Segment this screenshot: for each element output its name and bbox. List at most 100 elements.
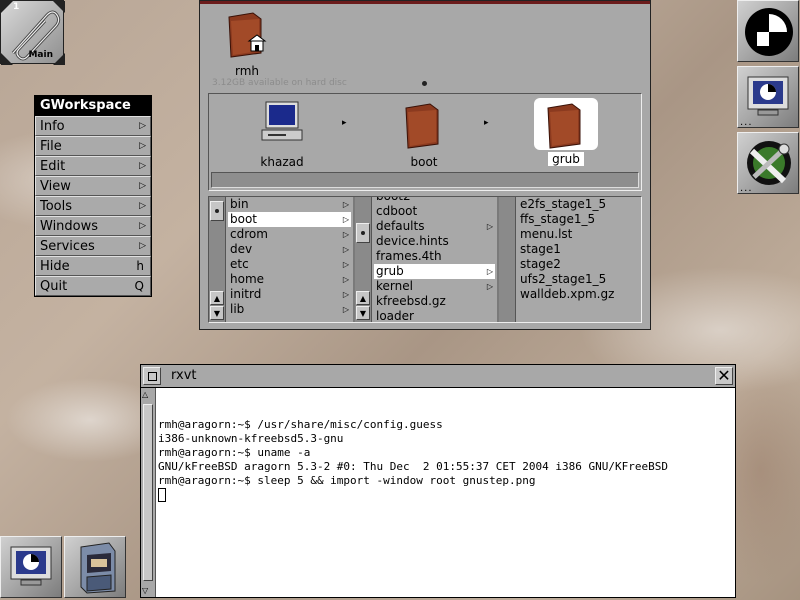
dock-filer-tile[interactable]	[64, 536, 126, 598]
home-folder-label: rmh	[234, 64, 260, 78]
column-list: boot2cdbootdefaults ▷ device.hintsframes.4…	[374, 197, 495, 322]
entry-label: etc	[230, 257, 249, 271]
scroll-up-button[interactable]: ▲	[356, 291, 370, 305]
browser-entry[interactable]: lib ▷	[228, 302, 351, 317]
browser-entry[interactable]: dev ▷	[228, 242, 351, 257]
browser-entry[interactable]: kernel ▷	[374, 279, 495, 294]
dock-monitor-tile[interactable]	[0, 536, 62, 598]
dock-workspace-tile[interactable]: ...	[737, 66, 799, 128]
directory-arrow-icon: ▷	[486, 222, 493, 231]
folder-icon	[547, 103, 581, 149]
browser-entry[interactable]: defaults ▷	[374, 219, 495, 234]
close-button[interactable]: ✕	[715, 367, 733, 385]
browser-entry[interactable]: ufs2_stage1_5	[518, 272, 639, 287]
entry-label: boot	[230, 212, 258, 226]
menu-item-quit[interactable]: Quit Q	[35, 276, 151, 296]
browser-entry[interactable]: menu.lst	[518, 227, 639, 242]
entry-label: e2fs_stage1_5	[520, 197, 607, 211]
path-item-boot[interactable]: boot	[379, 98, 469, 169]
entry-label: ffs_stage1_5	[520, 212, 596, 226]
directory-arrow-icon: ▷	[486, 282, 493, 291]
terminal-output[interactable]: rmh@aragorn:~$ /usr/share/misc/config.gu…	[158, 390, 731, 597]
directory-arrow-icon: ▷	[342, 245, 349, 254]
browser-entry[interactable]: loader	[374, 309, 495, 322]
browser-entry[interactable]: stage2	[518, 257, 639, 272]
path-item-label: khazad	[260, 155, 304, 169]
workspace-number: 1	[13, 2, 20, 12]
browser-entry[interactable]: walldeb.xpm.gz	[518, 287, 639, 302]
scroll-up-button[interactable]: ▲	[210, 291, 224, 305]
browser-entry[interactable]: etc ▷	[228, 257, 351, 272]
terminal-line: rmh@aragorn:~$ sleep 5 && import -window…	[158, 474, 536, 487]
submenu-arrow-icon: ▷	[139, 121, 146, 131]
menu-title[interactable]: GWorkspace	[35, 96, 151, 116]
browser-entry[interactable]: home ▷	[228, 272, 351, 287]
browser-entry[interactable]: cdboot	[374, 204, 495, 219]
entry-label: bin	[230, 197, 249, 211]
path-arrow-icon: ▸	[342, 118, 347, 128]
browser-entry[interactable]: cdrom ▷	[228, 227, 351, 242]
entry-label: frames.4th	[376, 249, 442, 263]
browser-entry[interactable]: frames.4th	[374, 249, 495, 264]
entry-label: menu.lst	[520, 227, 573, 241]
column-list: e2fs_stage1_5 ffs_stage1_5 menu.lst stage1 s…	[518, 197, 639, 302]
menu-item-label: View	[40, 179, 71, 194]
menu-item-view[interactable]: View ▷	[35, 176, 151, 196]
browser-entry[interactable]: grub ▷	[374, 264, 495, 279]
menu-item-hide[interactable]: Hide h	[35, 256, 151, 276]
browser-entry[interactable]: boot2	[374, 197, 495, 204]
submenu-arrow-icon: ▷	[139, 181, 146, 191]
column-scrollbar[interactable]: ▲ ▼	[209, 197, 226, 322]
menu-item-tools[interactable]: Tools ▷	[35, 196, 151, 216]
browser-entry[interactable]: initrd ▷	[228, 287, 351, 302]
path-item-khazad[interactable]: khazad	[237, 98, 327, 169]
browser-entry[interactable]: device.hints	[374, 234, 495, 249]
home-folder-icon-item[interactable]: rmh	[202, 7, 292, 78]
entry-label: loader	[376, 309, 414, 322]
workspace-label: Main	[28, 50, 53, 60]
column-scrollbar[interactable]	[499, 197, 516, 322]
dock-preferences-tile[interactable]: ...	[737, 132, 799, 194]
tile-dots: ...	[740, 183, 753, 194]
path-item-grub[interactable]: grub	[521, 98, 611, 166]
scroll-thumb[interactable]	[143, 404, 153, 581]
scroll-up-icon[interactable]: △	[142, 390, 148, 399]
scroll-down-icon[interactable]: ▽	[142, 586, 148, 595]
submenu-arrow-icon: ▷	[139, 161, 146, 171]
dock-gnustep-tile[interactable]	[737, 0, 799, 62]
terminal-scrollbar[interactable]: △ ▽	[141, 388, 156, 597]
browser-entry[interactable]: e2fs_stage1_5	[518, 197, 639, 212]
menu-item-edit[interactable]: Edit ▷	[35, 156, 151, 176]
computer-icon	[261, 101, 303, 141]
terminal-line: i386-unknown-kfreebsd5.3-gnu	[158, 432, 344, 445]
menu-item-file[interactable]: File ▷	[35, 136, 151, 156]
column-scrollbar[interactable]: ▲ ▼	[355, 197, 372, 322]
scroll-knob[interactable]	[210, 201, 224, 221]
browser-entry[interactable]: kfreebsd.gz	[374, 294, 495, 309]
scroll-down-button[interactable]: ▼	[210, 306, 224, 320]
shelf-scrollbar[interactable]	[211, 172, 639, 188]
menu-item-windows[interactable]: Windows ▷	[35, 216, 151, 236]
menu-item-label: Hide	[40, 259, 70, 274]
miniaturize-button[interactable]	[143, 367, 161, 385]
browser-entry[interactable]: bin ▷	[228, 197, 351, 212]
split-view-handle[interactable]	[422, 81, 427, 86]
browser-column: ▲ ▼ bin ▷ boot ▷ cdrom ▷ dev ▷ etc ▷ home ▷ initrd ▷ l…	[209, 197, 353, 322]
preferences-tools-icon	[747, 141, 791, 185]
menu-item-services[interactable]: Services ▷	[35, 236, 151, 256]
entry-label: ufs2_stage1_5	[520, 272, 607, 286]
workspace-clip[interactable]: 1 Main	[0, 0, 65, 65]
browser-entry[interactable]: stage1	[518, 242, 639, 257]
browser-entry[interactable]: boot ▷	[228, 212, 351, 227]
browser-column: e2fs_stage1_5 ffs_stage1_5 menu.lst stage1 s…	[499, 197, 641, 322]
scroll-down-button[interactable]: ▼	[356, 306, 370, 320]
tile-dots: ...	[740, 117, 753, 128]
menu-item-label: Edit	[40, 159, 66, 174]
entry-label: cdboot	[376, 204, 418, 218]
browser-entry[interactable]: ffs_stage1_5	[518, 212, 639, 227]
entry-label: kernel	[376, 279, 413, 293]
disk-space-status: 3.12GB available on hard disc	[212, 78, 347, 88]
scroll-knob[interactable]	[356, 223, 370, 243]
terminal-titlebar[interactable]: rxvt ✕	[141, 365, 735, 388]
menu-item-info[interactable]: Info ▷	[35, 116, 151, 136]
